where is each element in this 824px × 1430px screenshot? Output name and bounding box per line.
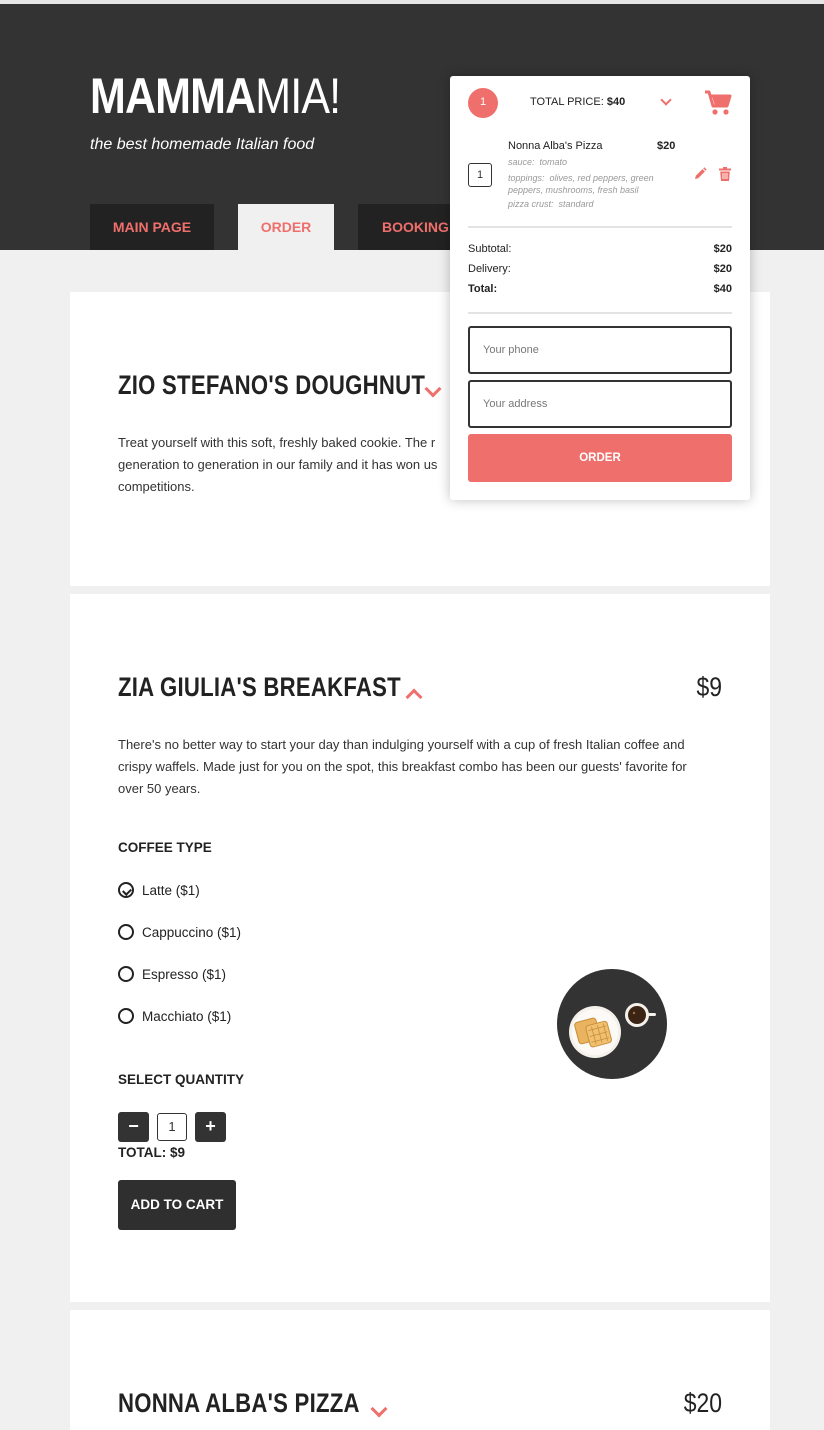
cart-total: Total: $40 — [468, 283, 732, 295]
tab-booking[interactable]: BOOKING — [358, 204, 454, 250]
cart-icon[interactable] — [704, 90, 732, 121]
cart-subtotal: Subtotal: $20 — [468, 243, 732, 255]
chevron-up-icon[interactable] — [405, 688, 423, 706]
coffee-option-cappuccino[interactable]: Cappuccino ($1) — [118, 924, 241, 942]
cart-item-price: $20 — [657, 140, 676, 152]
chevron-down-icon[interactable] — [424, 380, 442, 398]
product-title[interactable]: ZIA GIULIA'S BREAKFAST — [118, 672, 401, 703]
tab-main-page[interactable]: MAIN PAGE — [90, 204, 214, 250]
cart-delivery: Delivery: $20 — [468, 263, 732, 275]
cart-item-quantity[interactable]: 1 — [468, 163, 492, 187]
tagline: the best homemade Italian food — [90, 136, 315, 153]
cart-item-name: Nonna Alba's Pizza — [508, 140, 603, 152]
cart-total-price: TOTAL PRICE: $40 — [530, 96, 626, 108]
add-to-cart-button[interactable]: ADD TO CART — [118, 1180, 236, 1230]
coffee-option-macchiato[interactable]: Macchiato ($1) — [118, 1008, 231, 1026]
product-card-breakfast: ZIA GIULIA'S BREAKFAST $9 There's no bet… — [70, 594, 770, 1302]
coffee-option-espresso[interactable]: Espresso ($1) — [118, 966, 226, 984]
cart-item-option: pizza crust: standard — [508, 199, 594, 209]
product-card-pizza: NONNA ALBA'S PIZZA $20 — [70, 1310, 770, 1430]
phone-field[interactable]: Your phone — [468, 326, 732, 374]
quantity-minus-button[interactable]: − — [118, 1112, 149, 1142]
radio-icon[interactable] — [118, 924, 134, 940]
product-title[interactable]: NONNA ALBA'S PIZZA — [118, 1388, 360, 1419]
radio-checked-icon[interactable] — [118, 882, 134, 898]
chevron-down-icon[interactable] — [370, 1400, 388, 1418]
cart-item-option: sauce: tomato — [508, 157, 568, 167]
quantity-label: SELECT QUANTITY — [118, 1072, 245, 1087]
product-description: There's no better way to start your day … — [118, 737, 687, 796]
coffee-type-label: COFFEE TYPE — [118, 840, 212, 855]
product-title[interactable]: ZIO STEFANO'S DOUGHNUT — [118, 370, 425, 401]
cart-divider — [468, 312, 732, 314]
cart-dropdown: 1 TOTAL PRICE: $40 1 Nonna Alba's Pizza … — [450, 76, 750, 500]
product-total: TOTAL: $9 — [118, 1145, 186, 1160]
site-logo[interactable]: MAMMAMIA! — [90, 70, 341, 122]
cart-divider — [468, 226, 732, 228]
breakfast-image — [557, 969, 667, 1079]
order-button[interactable]: ORDER — [468, 434, 732, 482]
pencil-icon[interactable] — [693, 167, 707, 186]
radio-icon[interactable] — [118, 1008, 134, 1024]
product-price: $20 — [683, 1388, 722, 1418]
quantity-plus-button[interactable]: + — [195, 1112, 226, 1142]
tab-order[interactable]: ORDER — [238, 204, 334, 250]
cart-item-option: toppings: olives, red peppers, green pepp… — [508, 173, 654, 195]
radio-icon[interactable] — [118, 966, 134, 982]
cart-count-badge: 1 — [468, 88, 498, 118]
chevron-down-icon[interactable] — [660, 94, 672, 106]
address-field[interactable]: Your address — [468, 380, 732, 428]
product-price: $9 — [696, 672, 722, 702]
trash-icon[interactable] — [719, 167, 731, 186]
quantity-input[interactable]: 1 — [157, 1113, 187, 1141]
coffee-option-latte[interactable]: Latte ($1) — [118, 882, 200, 900]
